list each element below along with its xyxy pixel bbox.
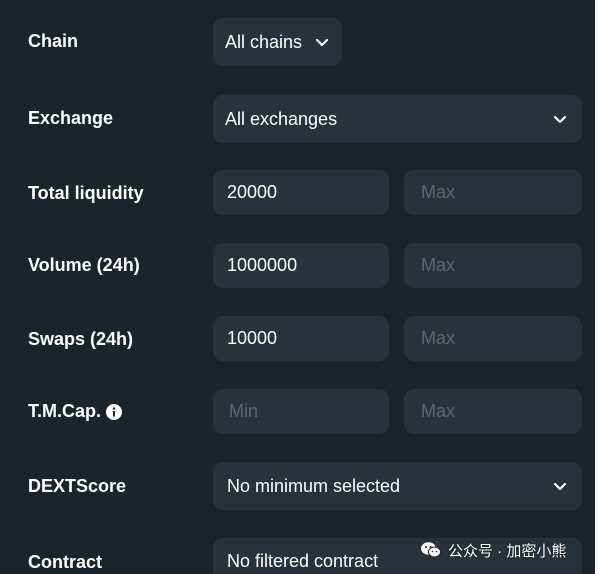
- filter-panel: Chain All chains Exchange All exchanges …: [0, 0, 595, 574]
- total-liquidity-min-input[interactable]: 20000: [213, 170, 389, 215]
- watermark-text: 公众号 · 加密小熊: [448, 542, 567, 560]
- swaps-24h-max-input[interactable]: Max: [404, 316, 582, 361]
- tmcap-label-row: T.M.Cap.: [28, 400, 123, 422]
- chevron-down-icon: [552, 478, 568, 494]
- volume-24h-min-input[interactable]: 1000000: [213, 243, 389, 288]
- volume-24h-max-placeholder: Max: [421, 255, 456, 275]
- wechat-icon: [420, 541, 442, 559]
- tmcap-min-placeholder: Min: [229, 401, 259, 421]
- dextscore-select-value: No minimum selected: [227, 475, 401, 496]
- exchange-select[interactable]: All exchanges: [213, 95, 582, 143]
- contract-select-value: No filtered contract: [227, 551, 379, 571]
- chain-select-value: All chains: [225, 31, 303, 52]
- chevron-down-icon: [552, 111, 568, 127]
- contract-label: Contract: [28, 552, 103, 572]
- swaps-24h-max-placeholder: Max: [421, 328, 456, 348]
- watermark: 公众号 · 加密小熊: [420, 538, 566, 562]
- swaps-24h-min-value: 10000: [227, 328, 278, 348]
- chain-label: Chain: [28, 31, 79, 51]
- exchange-select-value: All exchanges: [225, 108, 338, 129]
- volume-24h-max-input[interactable]: Max: [404, 243, 582, 288]
- dextscore-select[interactable]: No minimum selected: [213, 462, 582, 510]
- total-liquidity-label: Total liquidity: [28, 183, 144, 203]
- chevron-down-icon: [314, 34, 330, 50]
- dextscore-label: DEXTScore: [28, 476, 127, 496]
- tmcap-max-placeholder: Max: [421, 401, 456, 421]
- total-liquidity-max-placeholder: Max: [421, 182, 456, 202]
- tmcap-min-input[interactable]: Min: [213, 389, 389, 434]
- info-icon[interactable]: [106, 403, 123, 420]
- total-liquidity-max-input[interactable]: Max: [404, 170, 582, 215]
- exchange-label: Exchange: [28, 108, 114, 128]
- volume-24h-label: Volume (24h): [28, 255, 140, 275]
- tmcap-label: T.M.Cap.: [28, 401, 102, 421]
- chain-select[interactable]: All chains: [213, 18, 342, 66]
- volume-24h-min-value: 1000000: [227, 255, 298, 275]
- total-liquidity-min-value: 20000: [227, 182, 278, 202]
- swaps-24h-min-input[interactable]: 10000: [213, 316, 389, 361]
- tmcap-max-input[interactable]: Max: [404, 389, 582, 434]
- swaps-24h-label: Swaps (24h): [28, 329, 134, 349]
